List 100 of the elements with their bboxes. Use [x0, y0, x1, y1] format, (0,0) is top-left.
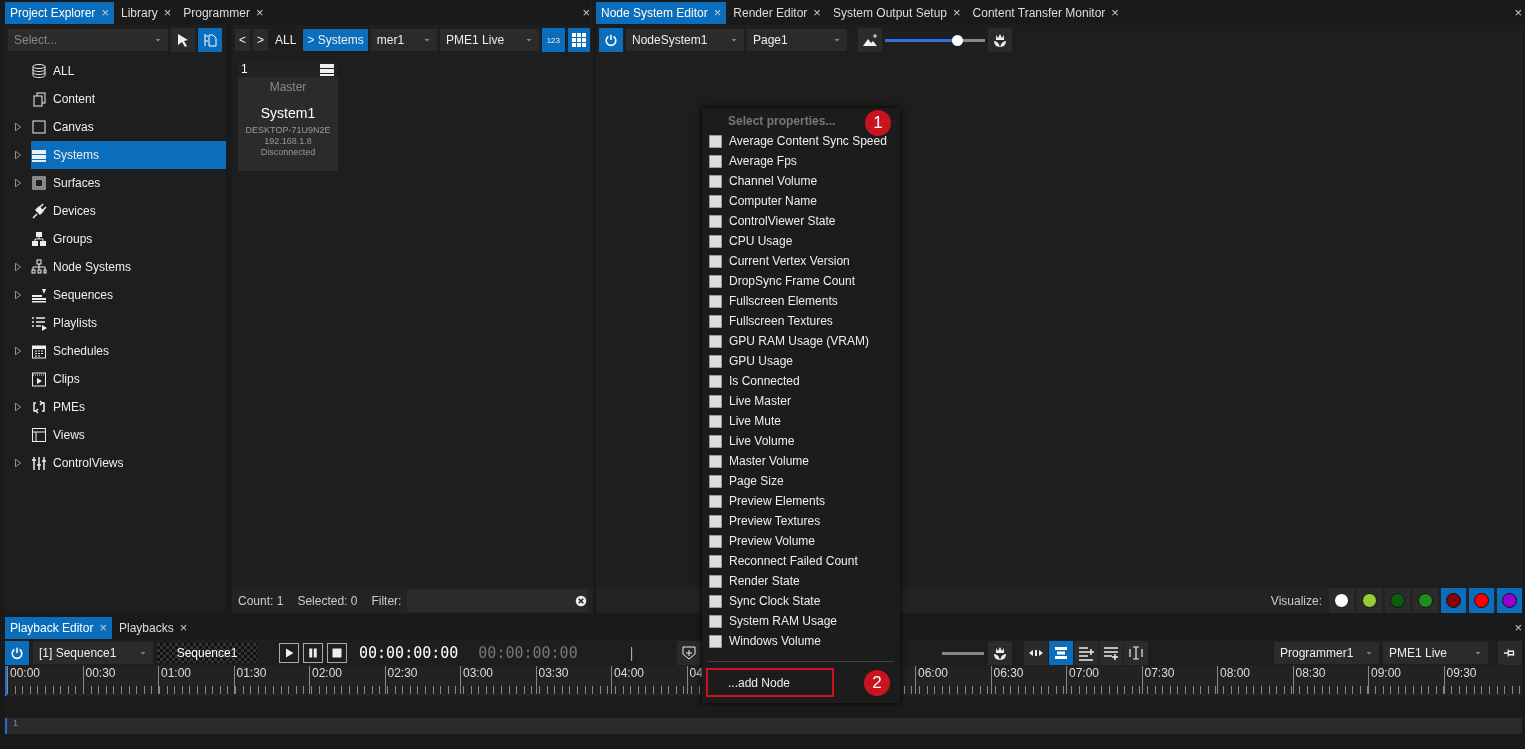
checkbox[interactable] [709, 434, 722, 448]
tree-item[interactable]: Groups [31, 225, 226, 253]
checkbox[interactable] [709, 314, 722, 328]
number-view-button[interactable]: 123 [542, 28, 565, 52]
color-toggle-button[interactable] [1413, 588, 1438, 613]
menu-item[interactable]: Computer Name [702, 191, 900, 211]
filter-field[interactable] [407, 589, 587, 612]
checkbox[interactable] [709, 374, 722, 388]
tab[interactable]: Render Editor × [728, 1, 826, 24]
view-mode-button[interactable] [1074, 641, 1099, 665]
expand-arrow-icon[interactable] [13, 346, 23, 356]
color-toggle-button[interactable] [1329, 588, 1354, 613]
checkbox[interactable] [709, 274, 722, 288]
menu-item[interactable]: Average Fps [702, 151, 900, 171]
node-system-dropdown[interactable]: NodeSystem1 [626, 29, 744, 51]
view-mode-button[interactable] [1099, 641, 1124, 665]
close-button[interactable]: × [1111, 5, 1119, 20]
close-button[interactable]: × [255, 5, 264, 20]
clear-icon[interactable] [575, 594, 587, 607]
menu-item[interactable]: Master Volume [702, 451, 900, 471]
checkbox[interactable] [709, 574, 722, 588]
close-button[interactable]: × [813, 5, 821, 20]
tree-item[interactable]: Schedules [31, 337, 226, 365]
tree-item[interactable]: Playlists [31, 309, 226, 337]
tree-item[interactable]: Surfaces [31, 169, 226, 197]
pointer-button[interactable] [171, 28, 195, 52]
slider-thumb[interactable] [952, 34, 963, 46]
checkbox[interactable] [709, 514, 722, 528]
menu-item[interactable]: GPU RAM Usage (VRAM) [702, 331, 900, 351]
expand-arrow-icon[interactable] [13, 150, 23, 160]
page-dropdown[interactable]: Page1 [747, 29, 847, 51]
menu-item[interactable]: Render State [702, 571, 900, 591]
tree-item[interactable]: PMEs [31, 393, 226, 421]
expand-arrow-icon[interactable] [13, 402, 23, 412]
menu-item[interactable]: ControlViewer State [702, 211, 900, 231]
menu-item[interactable]: Live Master [702, 391, 900, 411]
tree-item[interactable]: Systems [31, 141, 226, 169]
checkbox[interactable] [709, 474, 722, 488]
tab[interactable]: Playbacks × [113, 616, 193, 639]
add-node-item[interactable]: ...add Node [706, 668, 834, 697]
menu-item[interactable]: Windows Volume [702, 631, 900, 651]
flower-button[interactable] [988, 641, 1013, 665]
color-toggle-button[interactable] [1469, 588, 1494, 613]
stop-button[interactable] [327, 643, 347, 663]
tree-item[interactable]: ALL [31, 57, 226, 85]
breadcrumb-button[interactable]: > Systems [303, 29, 368, 51]
grid-view-button[interactable] [567, 28, 590, 52]
menu-item[interactable]: Channel Volume [702, 171, 900, 191]
menu-item[interactable]: Preview Volume [702, 531, 900, 551]
checkbox[interactable] [709, 214, 722, 228]
checkbox[interactable] [709, 394, 722, 408]
expand-arrow-icon[interactable] [13, 262, 23, 272]
menu-item[interactable]: Reconnect Failed Count [702, 551, 900, 571]
pause-button[interactable] [303, 643, 323, 663]
checkbox[interactable] [709, 134, 722, 148]
programmer-dropdown[interactable]: Programmer1 [1274, 642, 1379, 664]
expand-arrow-icon[interactable] [13, 178, 23, 188]
tab[interactable]: Node System Editor × [596, 1, 727, 24]
menu-item[interactable]: Live Mute [702, 411, 900, 431]
checkbox[interactable] [709, 194, 722, 208]
menu-item[interactable]: Sync Clock State [702, 591, 900, 611]
checkbox[interactable] [709, 454, 722, 468]
checkbox[interactable] [709, 414, 722, 428]
menu-item[interactable]: GPU Usage [702, 351, 900, 371]
checkbox[interactable] [709, 614, 722, 628]
tab[interactable]: Library × [115, 1, 177, 24]
menu-item[interactable]: Is Connected [702, 371, 900, 391]
view-mode-button[interactable] [1024, 641, 1049, 665]
tree-item[interactable]: Views [31, 421, 226, 449]
menu-item[interactable]: Page Size [702, 471, 900, 491]
close-button[interactable]: × [179, 620, 188, 635]
tree-item[interactable]: Canvas [31, 113, 226, 141]
tab[interactable]: System Output Setup × [827, 1, 966, 24]
expand-arrow-icon[interactable] [13, 290, 23, 300]
checkbox[interactable] [709, 534, 722, 548]
tab[interactable]: Programmer × [178, 1, 269, 24]
menu-item[interactable]: DropSync Frame Count [702, 271, 900, 291]
track-row[interactable]: 1 [5, 718, 1522, 734]
checkbox[interactable] [709, 354, 722, 368]
menu-item[interactable]: Preview Textures [702, 511, 900, 531]
menu-item[interactable]: Preview Elements [702, 491, 900, 511]
system-card[interactable]: 1 Master System1 DESKTOP-71U9N2E 192.168.1.8 Disconnected [238, 61, 338, 171]
view-mode-button[interactable] [1124, 641, 1149, 665]
tree-item[interactable]: Clips [31, 365, 226, 393]
expand-arrow-icon[interactable] [13, 458, 23, 468]
tree-item[interactable]: Sequences [31, 281, 226, 309]
menu-item[interactable]: Fullscreen Elements [702, 291, 900, 311]
close-panel-button[interactable]: × [1514, 620, 1522, 635]
tree-item[interactable]: Node Systems [31, 253, 226, 281]
menu-item[interactable]: Live Volume [702, 431, 900, 451]
breadcrumb-button[interactable]: < [235, 29, 250, 51]
color-toggle-button[interactable] [1385, 588, 1410, 613]
play-button[interactable] [279, 643, 299, 663]
menu-item[interactable]: System RAM Usage [702, 611, 900, 631]
checkbox[interactable] [709, 554, 722, 568]
checkbox[interactable] [709, 634, 722, 648]
breadcrumb-button[interactable]: ALL [271, 29, 301, 51]
close-panel-button[interactable]: × [582, 5, 590, 20]
checkbox[interactable] [709, 154, 722, 168]
checkbox[interactable] [709, 294, 722, 308]
